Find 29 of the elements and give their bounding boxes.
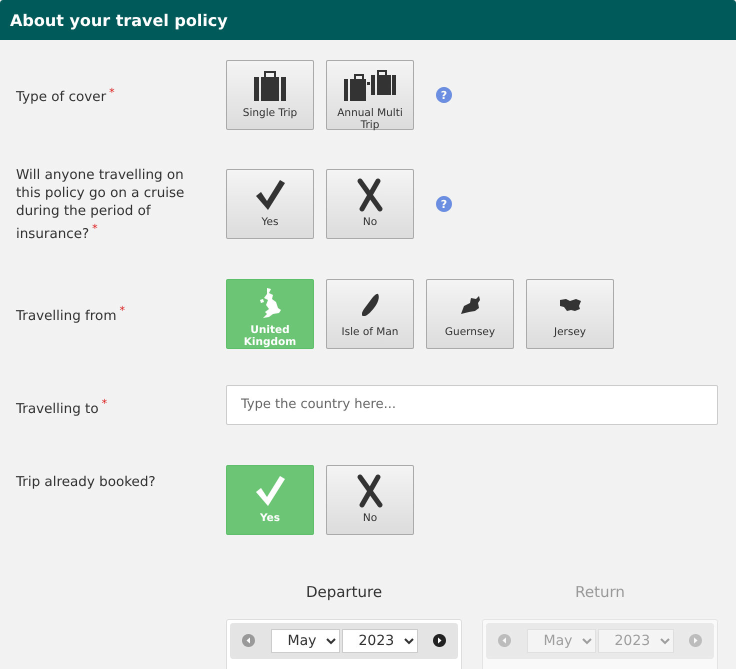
calendar-title: Return xyxy=(574,582,626,602)
month-select[interactable]: May xyxy=(270,628,340,652)
suitcases-icon xyxy=(342,69,398,103)
next-icon[interactable] xyxy=(433,634,446,647)
option-button[interactable]: Isle of Man xyxy=(326,278,414,348)
question-label: Travelling from $^{*}$ xyxy=(16,308,125,324)
cross-icon xyxy=(357,178,383,212)
map-icon xyxy=(260,288,280,319)
option-button[interactable]: Annual Multi Trip xyxy=(326,60,414,130)
option-button[interactable]: Yes xyxy=(226,169,314,240)
country-field[interactable]: Type the country here... xyxy=(226,384,718,424)
option-button[interactable]: No xyxy=(326,169,414,240)
year-select[interactable]: 2023 xyxy=(342,628,418,652)
question-label: Will anyone travelling on this policy go on a cruise during the period of insurance? $^{*}$ xyxy=(16,167,184,242)
check-icon xyxy=(254,178,286,212)
option-button[interactable]: Single Trip xyxy=(226,60,314,130)
question-label: Travelling to $^{*}$ xyxy=(16,400,108,417)
section-header: About your travel policy xyxy=(0,0,736,40)
question-label: Type of cover $^{*}$ xyxy=(16,89,115,106)
calendar-title: Departure xyxy=(304,582,384,602)
island-icon xyxy=(460,295,480,314)
check-icon xyxy=(254,474,286,508)
island-icon xyxy=(560,298,580,312)
cross-icon xyxy=(357,474,383,508)
island-icon xyxy=(362,293,378,316)
option-button[interactable]: Guernsey xyxy=(426,278,514,348)
option-button[interactable]: Jersey xyxy=(526,278,614,348)
question-label: Trip already booked? xyxy=(16,474,156,490)
option-button[interactable]: No xyxy=(326,464,414,534)
